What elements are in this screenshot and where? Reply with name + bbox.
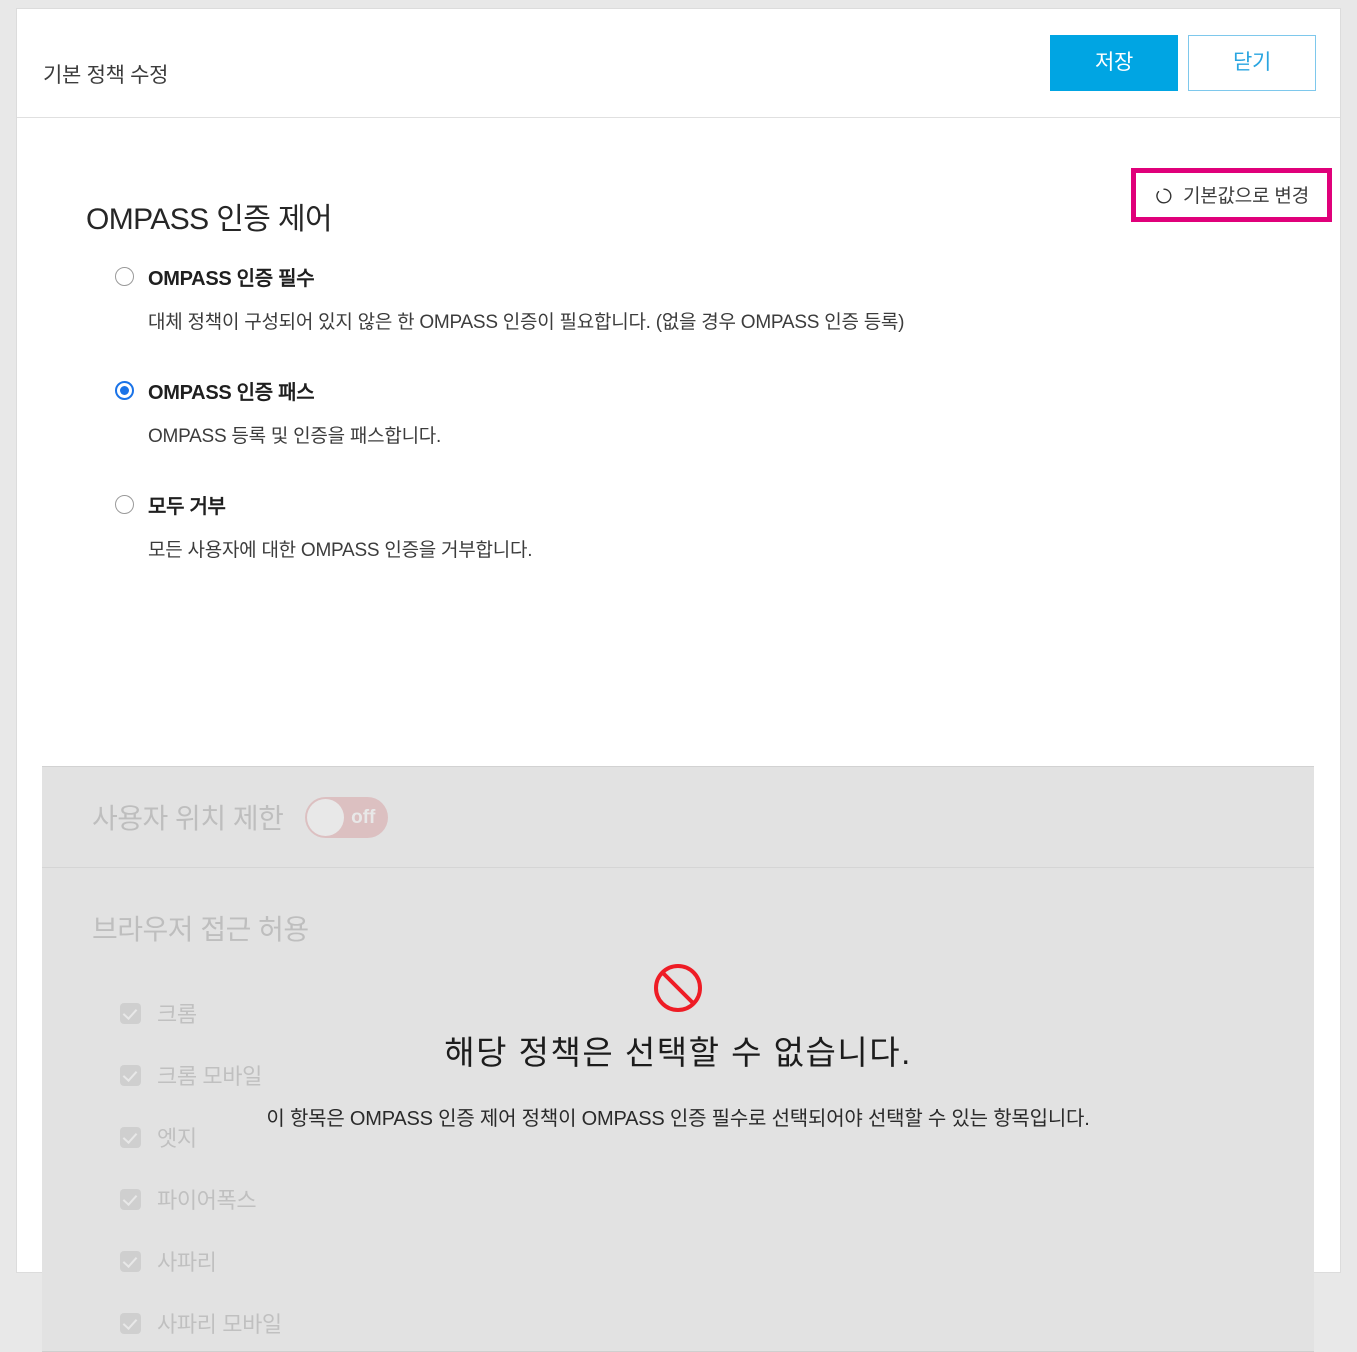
browser-item-chrome-mobile[interactable]: 크롬 모바일 (120, 1044, 1314, 1106)
option-deny-all-row[interactable]: 모두 거부 (115, 490, 1215, 519)
browser-item-safari[interactable]: 사파리 (120, 1230, 1314, 1292)
browser-label: 크롬 (157, 1002, 197, 1027)
toggle-state-label: off (351, 806, 376, 828)
option-label: 모두 거부 (148, 496, 226, 518)
reset-to-default-button[interactable]: 기본값으로 변경 (1130, 168, 1332, 222)
browser-item-firefox[interactable]: 파이어폭스 (120, 1168, 1314, 1230)
dialog-header: 기본 정책 수정 저장 닫기 (17, 9, 1340, 118)
option-ompass-pass-row[interactable]: OMPASS 인증 패스 (115, 376, 1215, 405)
panel-faded-content: 사용자 위치 제한 off 브라우저 접근 허용 크롬 크롬 모바일 엣지 파이… (42, 767, 1314, 1351)
browser-label: 파이어폭스 (157, 1188, 257, 1213)
radio-ompass-required[interactable] (115, 267, 134, 286)
option-ompass-pass: OMPASS 인증 패스 OMPASS 등록 및 인증을 패스합니다. (115, 376, 1215, 448)
checkbox-edge[interactable] (120, 1126, 141, 1148)
browser-label: 엣지 (157, 1126, 197, 1151)
user-location-restriction-row: 사용자 위치 제한 off (42, 767, 1314, 868)
browser-item-chrome[interactable]: 크롬 (120, 982, 1314, 1044)
checkbox-chrome[interactable] (120, 1002, 141, 1024)
browser-access-title: 브라우저 접근 허용 (92, 914, 309, 945)
browser-label: 사파리 (157, 1250, 217, 1275)
option-deny-all: 모두 거부 모든 사용자에 대한 OMPASS 인증을 거부합니다. (115, 490, 1215, 562)
dialog-body: 기본값으로 변경 OMPASS 인증 제어 OMPASS 인증 필수 대체 정책… (17, 118, 1340, 1352)
checkbox-firefox[interactable] (120, 1188, 141, 1210)
close-button[interactable]: 닫기 (1188, 35, 1316, 91)
auth-control-option-group: OMPASS 인증 필수 대체 정책이 구성되어 있지 않은 한 OMPASS … (115, 262, 1215, 562)
browser-item-edge[interactable]: 엣지 (120, 1106, 1314, 1168)
checkbox-chrome-mobile[interactable] (120, 1064, 141, 1086)
radio-deny-all[interactable] (115, 495, 134, 514)
browser-label: 사파리 모바일 (157, 1312, 282, 1337)
policy-edit-card: 기본 정책 수정 저장 닫기 기본값으로 변경 OMPASS 인증 제어 OMP… (16, 8, 1341, 1352)
radio-ompass-pass[interactable] (115, 381, 134, 400)
browser-access-list: 크롬 크롬 모바일 엣지 파이어폭스 사파리 사파리 모바일 (120, 982, 1314, 1351)
user-location-restriction-toggle[interactable]: off (305, 796, 389, 838)
browser-label: 크롬 모바일 (157, 1064, 262, 1089)
option-description: OMPASS 등록 및 인증을 패스합니다. (148, 426, 442, 447)
disabled-policy-panel: 사용자 위치 제한 off 브라우저 접근 허용 크롬 크롬 모바일 엣지 파이… (42, 766, 1314, 1352)
restore-icon (1154, 186, 1174, 206)
toggle-knob (307, 798, 345, 836)
header-actions: 저장 닫기 (1050, 35, 1316, 91)
option-ompass-required-row[interactable]: OMPASS 인증 필수 (115, 262, 1215, 291)
browser-item-safari-mobile[interactable]: 사파리 모바일 (120, 1292, 1314, 1351)
checkbox-safari-mobile[interactable] (120, 1312, 141, 1334)
option-label: OMPASS 인증 패스 (148, 382, 315, 404)
reset-to-default-label: 기본값으로 변경 (1182, 186, 1309, 207)
option-description: 모든 사용자에 대한 OMPASS 인증을 거부합니다. (148, 540, 533, 561)
page-title: 기본 정책 수정 (43, 64, 169, 87)
section-title: OMPASS 인증 제어 (86, 203, 333, 236)
save-button[interactable]: 저장 (1050, 35, 1178, 91)
user-location-restriction-label: 사용자 위치 제한 (92, 803, 284, 834)
option-description: 대체 정책이 구성되어 있지 않은 한 OMPASS 인증이 필요합니다. (없… (148, 312, 905, 333)
option-label: OMPASS 인증 필수 (148, 268, 315, 290)
checkbox-safari[interactable] (120, 1250, 141, 1272)
option-ompass-required: OMPASS 인증 필수 대체 정책이 구성되어 있지 않은 한 OMPASS … (115, 262, 1215, 334)
